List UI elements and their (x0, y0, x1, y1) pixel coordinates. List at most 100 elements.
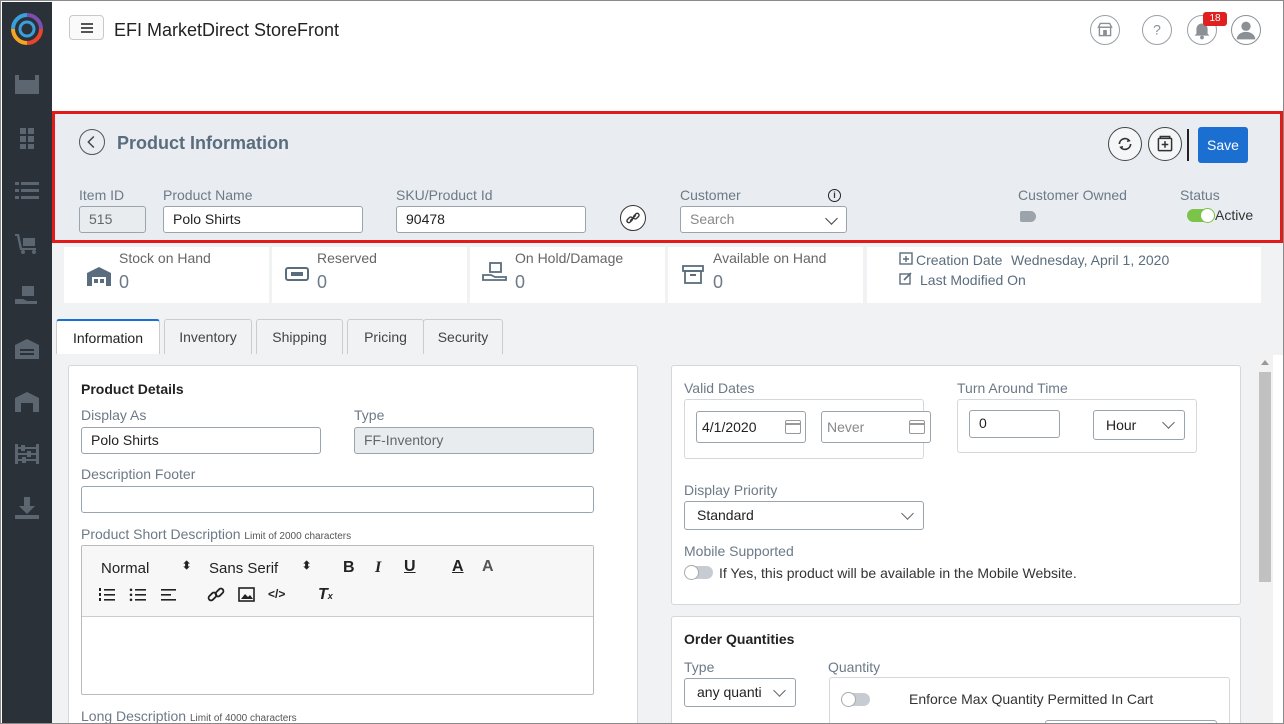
creation-date-label: Creation Date (916, 252, 1003, 268)
stat-available: Available on Hand 0 (668, 247, 863, 303)
order-quantities-heading: Order Quantities (684, 631, 795, 647)
availability-card: Valid Dates 4/1/2020 Never Turn Around T… (671, 365, 1241, 605)
box-hand-icon[interactable] (13, 284, 41, 308)
stat-stock-on-hand: Stock on Hand 0 (64, 247, 269, 303)
warehouse-icon[interactable] (13, 337, 41, 361)
vertical-scrollbar[interactable] (1257, 354, 1273, 723)
list-icon[interactable] (13, 178, 41, 202)
stat-on-hold: On Hold/Damage 0 (470, 247, 665, 303)
customer-search-select[interactable]: Search (680, 206, 847, 233)
scroll-up-arrow-icon[interactable] (1260, 358, 1270, 366)
long-description-label-text: Long Description (81, 708, 187, 724)
page-title: Product Information (117, 133, 289, 153)
link-icon[interactable] (620, 205, 646, 231)
abacus-icon[interactable] (13, 442, 41, 466)
status-label: Status (1180, 187, 1220, 203)
item-id-field: 515 (79, 206, 146, 233)
max-quantity-input[interactable] (1045, 720, 1217, 723)
download-icon[interactable] (13, 496, 41, 520)
add-to-catalog-icon[interactable] (1148, 127, 1182, 161)
italic-icon[interactable]: I (375, 559, 381, 577)
product-name-label: Product Name (163, 187, 253, 203)
link-icon[interactable] (207, 586, 225, 604)
tab-security[interactable]: Security (423, 319, 503, 355)
app-logo-icon[interactable] (10, 12, 44, 46)
refresh-icon[interactable] (1108, 127, 1142, 161)
stat-value: 0 (713, 272, 724, 292)
image-icon[interactable] (238, 587, 256, 603)
tab-shipping[interactable]: Shipping (256, 319, 343, 355)
creation-date-value: Wednesday, April 1, 2020 (1011, 252, 1170, 268)
bullet-list-icon[interactable] (129, 587, 147, 603)
stat-dates: Creation Date Wednesday, April 1, 2020 L… (867, 247, 1261, 303)
quantity-label: Quantity (828, 659, 881, 675)
stat-value: 0 (317, 272, 328, 292)
format-select[interactable]: Normal (101, 560, 149, 577)
status-toggle[interactable] (1187, 208, 1215, 223)
last-modified-label: Last Modified On (920, 272, 1026, 288)
notification-badge: 18 (1203, 12, 1227, 26)
font-color-icon[interactable]: A (452, 558, 464, 576)
back-arrow-icon[interactable] (79, 129, 105, 155)
sku-input[interactable]: 90478 (396, 206, 586, 233)
tab-information[interactable]: Information (56, 319, 160, 357)
short-description-label: Product Short Description Limit of 2000 … (81, 526, 351, 542)
display-as-input[interactable]: Polo Shirts (81, 427, 321, 454)
short-description-limit: Limit of 2000 characters (244, 531, 352, 542)
stat-label: Stock on Hand (119, 250, 211, 266)
cart-icon[interactable] (13, 231, 41, 255)
display-priority-select[interactable]: Standard (684, 501, 924, 530)
font-select[interactable]: Sans Serif (209, 560, 278, 577)
info-icon[interactable]: i (828, 189, 841, 202)
customer-owned-label: Customer Owned (1018, 187, 1127, 203)
product-name-input[interactable]: Polo Shirts (163, 206, 363, 233)
enforce-max-label: Enforce Max Quantity Permitted In Cart (909, 691, 1154, 707)
code-icon[interactable]: </> (268, 587, 285, 601)
background-color-icon[interactable]: A (482, 558, 494, 576)
stat-value: 0 (119, 272, 130, 292)
enforce-max-toggle[interactable] (841, 692, 870, 707)
font-select-arrows-icon: ⬍ (302, 560, 312, 572)
order-type-label: Type (684, 659, 715, 675)
building-icon[interactable] (13, 390, 41, 414)
ordered-list-icon[interactable] (98, 587, 116, 603)
scrollbar-thumb[interactable] (1259, 372, 1271, 582)
sku-label: SKU/Product Id (396, 187, 493, 203)
help-icon[interactable]: ? (1142, 15, 1172, 45)
ticket-icon (285, 267, 309, 281)
grid-icon[interactable] (13, 126, 41, 150)
calendar-icon[interactable] (785, 420, 801, 434)
tab-bar: Information Inventory Shipping Pricing S… (52, 307, 1283, 357)
top-header: EFI MarketDirect StoreFront ? 18 (52, 2, 1283, 110)
save-button[interactable]: Save (1198, 127, 1248, 163)
tab-pricing[interactable]: Pricing (347, 319, 424, 355)
underline-icon[interactable]: U (404, 558, 416, 576)
type-field: FF-Inventory (354, 427, 594, 454)
description-footer-input[interactable] (81, 486, 594, 513)
turn-around-input[interactable]: 0 (969, 410, 1060, 438)
user-avatar-icon[interactable] (1231, 15, 1261, 45)
product-information-panel: Product Information Save Item ID 515 Pro… (52, 111, 1283, 243)
type-label: Type (354, 407, 385, 423)
mobile-supported-label: Mobile Supported (684, 543, 794, 559)
archive-box-icon (682, 265, 704, 284)
box-hand-icon (482, 262, 507, 281)
quantity-group: Enforce Max Quantity Permitted In Cart (829, 677, 1230, 723)
edit-icon (899, 272, 912, 285)
bold-icon[interactable]: B (343, 559, 355, 577)
store-icon[interactable] (13, 72, 41, 96)
status-value: Active (1215, 207, 1254, 223)
mobile-supported-text: If Yes, this product will be available i… (719, 565, 1077, 581)
clear-format-icon[interactable]: Tx (318, 586, 333, 604)
short-description-label-text: Product Short Description (81, 526, 241, 542)
hamburger-menu-button[interactable] (69, 15, 104, 40)
stat-label: On Hold/Damage (515, 250, 624, 266)
item-id-label: Item ID (79, 187, 125, 203)
tab-inventory[interactable]: Inventory (164, 319, 252, 355)
app-window: EFI MarketDirect StoreFront ? 18 Product… (0, 0, 1284, 724)
storefront-icon[interactable] (1090, 15, 1120, 45)
product-details-heading: Product Details (81, 381, 184, 397)
calendar-icon[interactable] (909, 420, 925, 434)
mobile-supported-toggle[interactable] (684, 565, 713, 580)
align-icon[interactable] (160, 587, 178, 603)
